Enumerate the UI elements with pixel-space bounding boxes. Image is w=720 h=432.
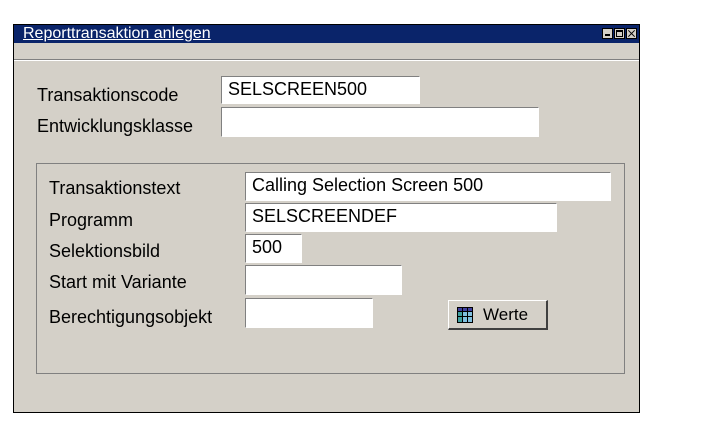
values-button[interactable]: Werte — [448, 300, 548, 330]
header-divider — [14, 59, 639, 61]
start-variant-label: Start mit Variante — [49, 272, 187, 292]
transaction-text-input[interactable]: Calling Selection Screen 500 — [245, 172, 611, 201]
auth-object-label: Berechtigungsobjekt — [49, 307, 213, 327]
dev-class-label: Entwicklungsklasse — [37, 116, 194, 136]
program-input[interactable]: SELSCREENDEF — [245, 203, 557, 232]
program-label: Programm — [49, 210, 134, 230]
close-icon[interactable] — [626, 28, 637, 39]
values-button-label: Werte — [483, 304, 529, 324]
selection-screen-label: Selektionsbild — [49, 241, 161, 261]
auth-object-input[interactable] — [245, 298, 373, 328]
window-controls — [602, 28, 637, 40]
minimize-icon[interactable] — [602, 28, 613, 39]
transaction-code-label: Transaktionscode — [37, 85, 179, 105]
window-title: Reporttransaktion anlegen — [23, 25, 211, 42]
title-bar[interactable]: Reporttransaktion anlegen — [14, 25, 639, 43]
start-variant-input[interactable] — [245, 265, 402, 295]
table-icon — [457, 306, 473, 323]
transaction-code-input[interactable]: SELSCREEN500 — [221, 76, 420, 104]
dialog-window: Reporttransaktion anlegen Transaktionsco… — [13, 24, 640, 413]
transaction-text-label: Transaktionstext — [49, 178, 181, 198]
dev-class-input[interactable] — [221, 107, 539, 137]
selection-screen-input[interactable]: 500 — [245, 234, 302, 263]
maximize-icon[interactable] — [614, 28, 625, 39]
